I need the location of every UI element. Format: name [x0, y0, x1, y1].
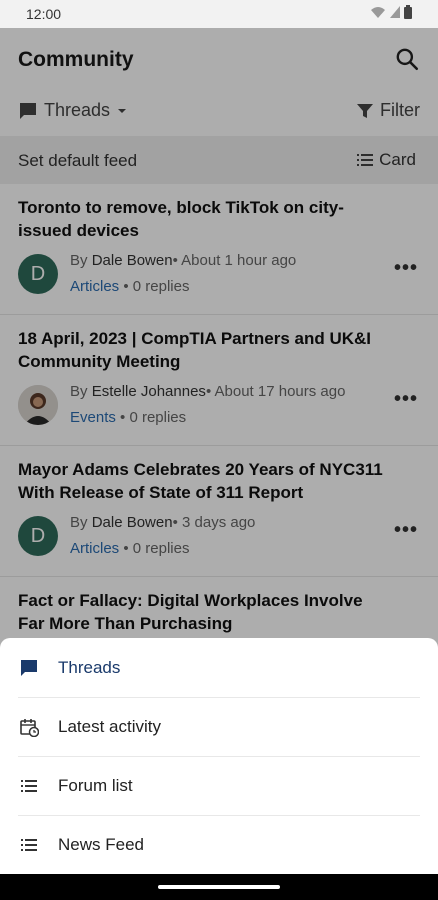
battery-icon [404, 5, 412, 19]
sheet-item-news-feed[interactable]: News Feed [0, 815, 438, 874]
sheet-item-label: Latest activity [58, 716, 161, 736]
sheet-item-forum-list[interactable]: Forum list [0, 756, 438, 815]
list-icon [18, 834, 40, 856]
view-picker-sheet: Threads Latest activity Forum list News … [0, 638, 438, 874]
status-icons [370, 5, 412, 19]
status-time: 12:00 [26, 6, 62, 22]
sheet-item-threads[interactable]: Threads [0, 638, 438, 697]
sheet-item-label: News Feed [58, 834, 144, 854]
calendar-clock-icon [18, 716, 40, 738]
wifi-icon [371, 7, 385, 18]
status-bar: 12:00 [0, 0, 438, 28]
app-screen: 12:00 Community Threads Filter Set defau… [0, 0, 438, 874]
chat-bubble-icon [18, 657, 40, 679]
sheet-item-label: Threads [58, 657, 121, 677]
signal-icon [390, 6, 400, 18]
home-gesture-handle[interactable] [158, 885, 280, 889]
sheet-item-label: Forum list [58, 775, 133, 795]
list-icon [18, 775, 40, 797]
sheet-item-latest-activity[interactable]: Latest activity [0, 697, 438, 756]
system-nav-bar [0, 874, 438, 900]
